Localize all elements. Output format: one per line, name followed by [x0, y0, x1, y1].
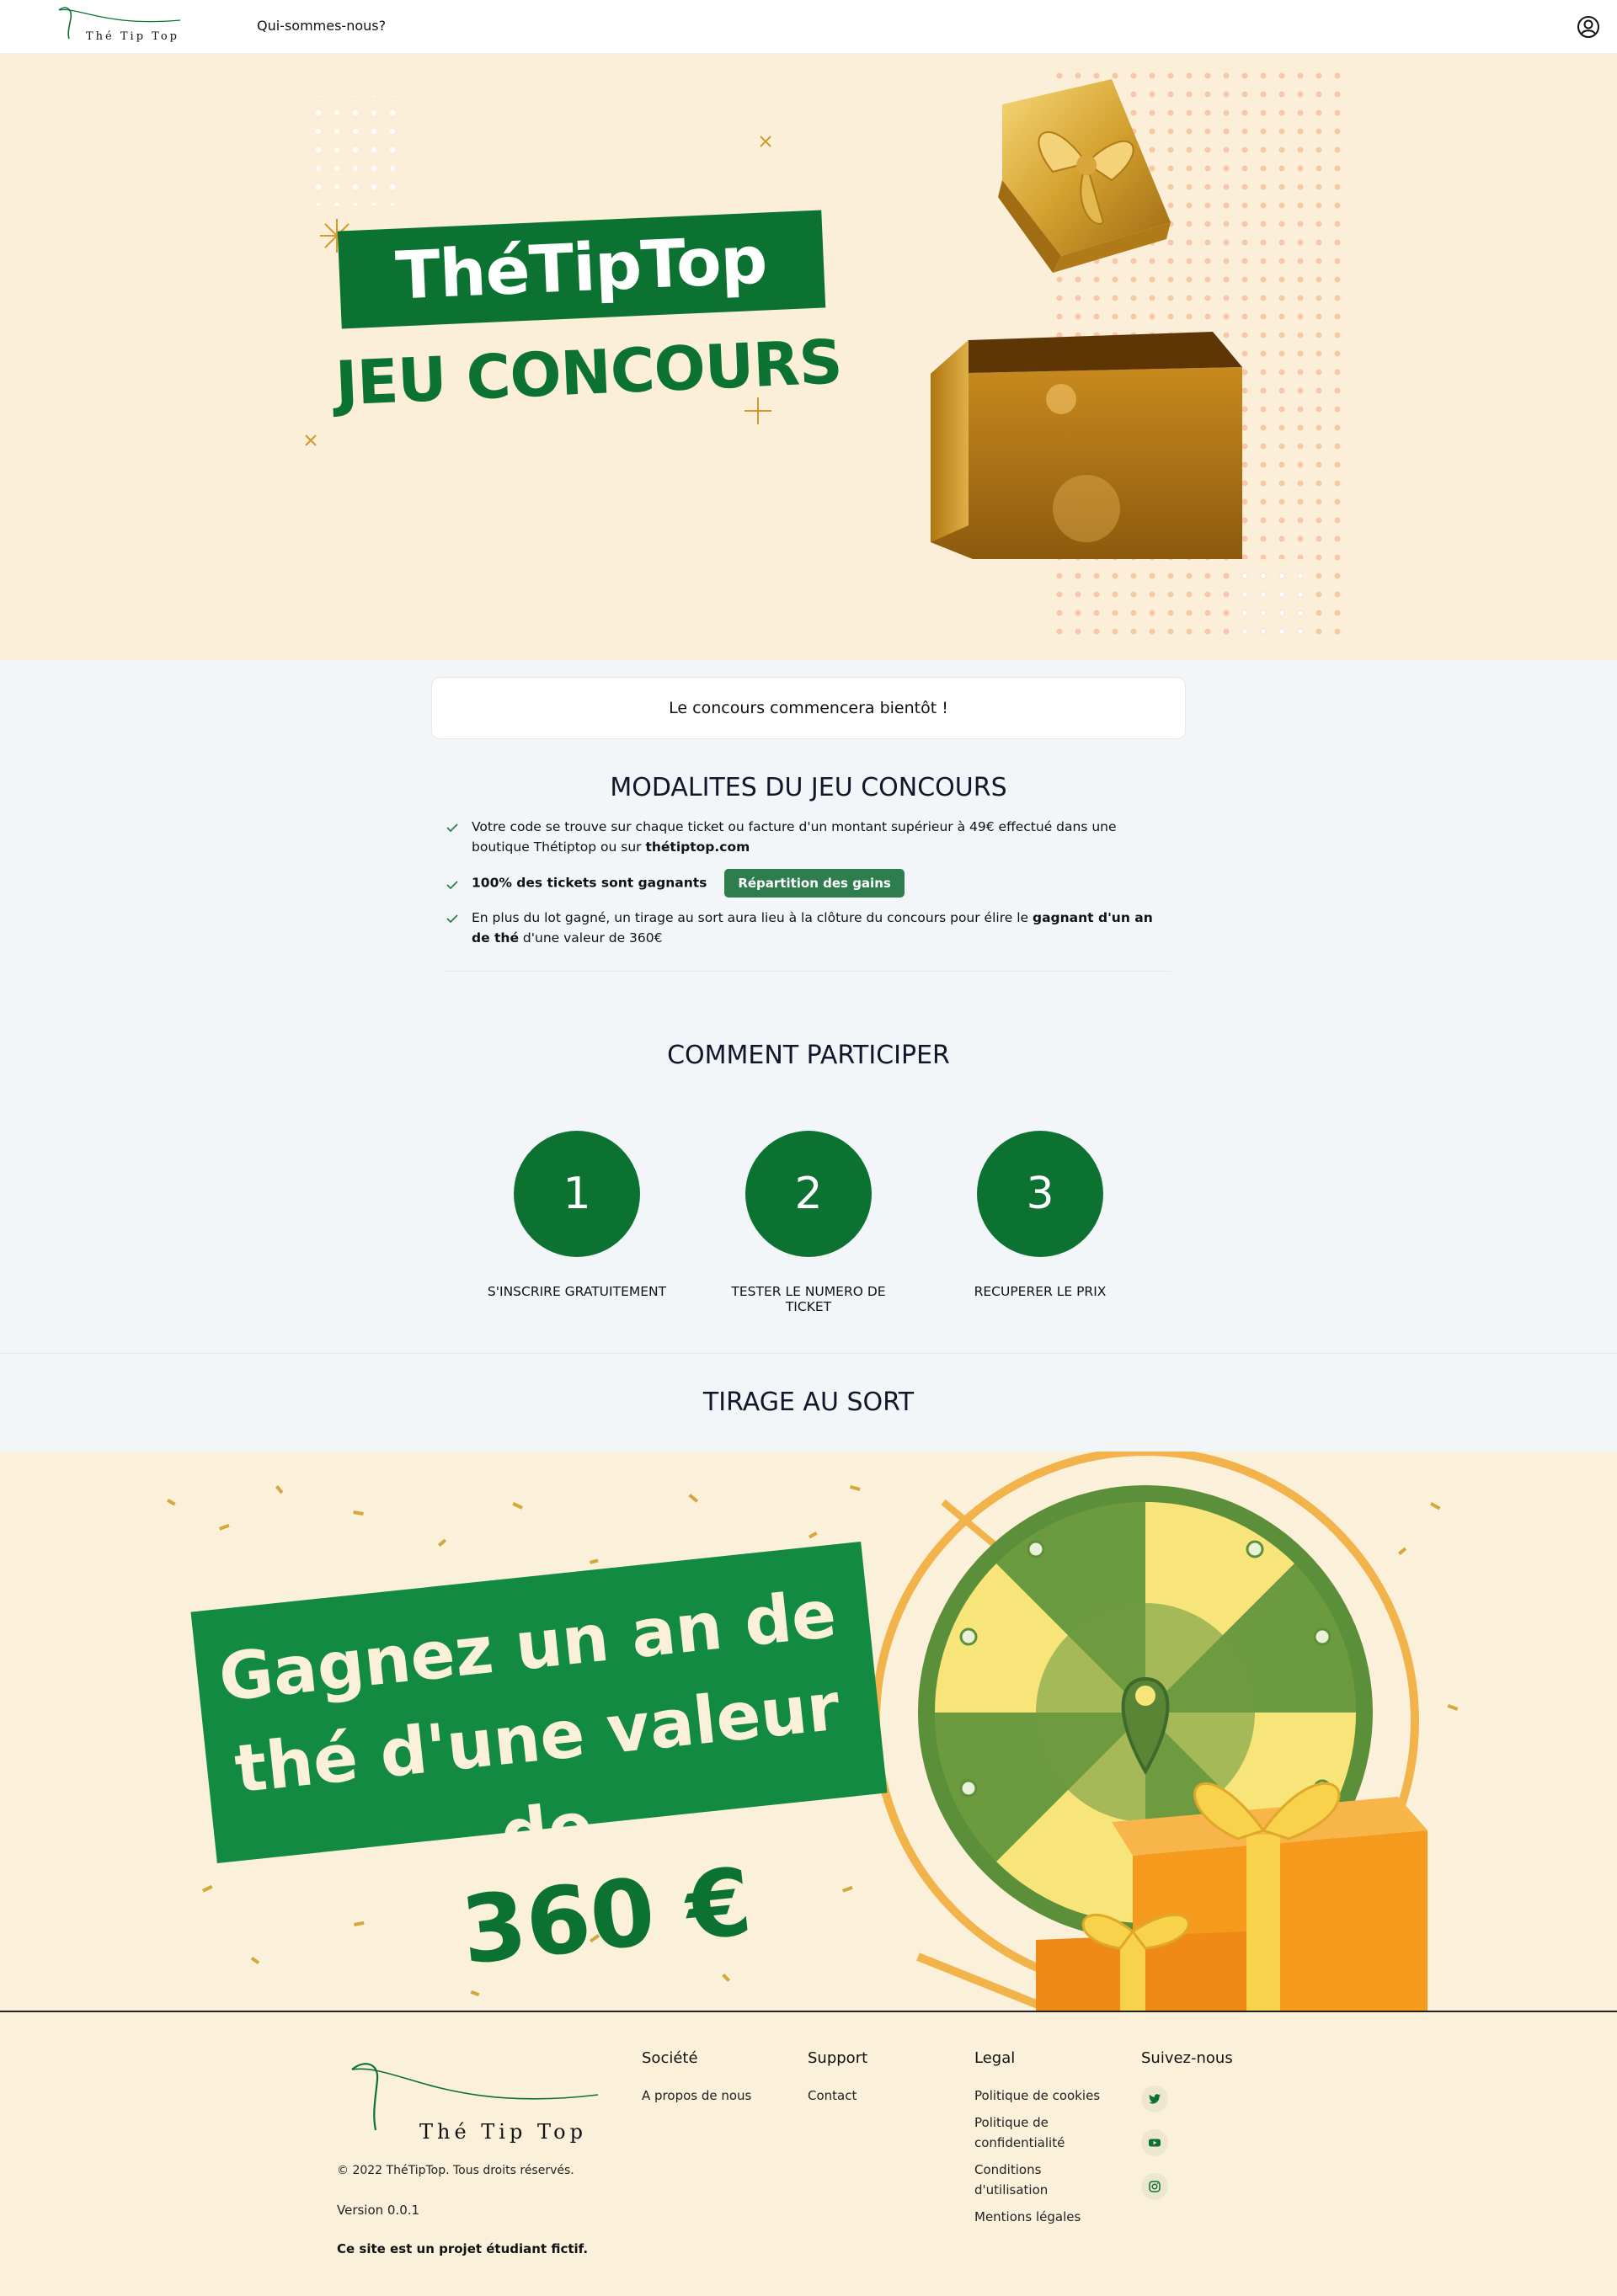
step-2: 2 TESTER LE NUMERO DE TICKET	[716, 1131, 901, 1314]
footer-col-social: Suivez-nous	[1141, 2049, 1293, 2217]
nav-link-about[interactable]: Qui-sommes-nous?	[257, 18, 386, 34]
footer: Thé Tip Top © 2022 ThéTipTop. Tous droit…	[0, 2011, 1617, 2296]
hero-banner: ThéTipTop JEU CONCOURS	[0, 54, 1617, 660]
step-label: RECUPERER LE PRIX	[974, 1284, 1107, 1299]
footer-col-societe: Société A propos de nous	[642, 2049, 793, 2112]
rules-title: MODALITES DU JEU CONCOURS	[610, 773, 1007, 802]
footer-col-legal: Legal Politique de cookies Politique de …	[974, 2049, 1118, 2234]
rule-text: 100% des tickets sont gagnants	[472, 875, 707, 891]
rule-text: d'une valeur de 360€	[518, 930, 663, 946]
step-3: 3 RECUPERER LE PRIX	[947, 1131, 1133, 1299]
draw-title: TIRAGE AU SORT	[702, 1388, 915, 1417]
footer-link-legal-notice[interactable]: Mentions légales	[974, 2207, 1118, 2227]
rule-text: Votre code se trouve sur chaque ticket o…	[472, 819, 1117, 855]
footer-heading: Support	[808, 2049, 868, 2067]
user-circle-icon[interactable]	[1577, 15, 1600, 39]
step-1: 1 S'INSCRIRE GRATUITEMENT	[484, 1131, 670, 1299]
top-navbar: Thé Tip Top Qui-sommes-nous?	[0, 0, 1617, 54]
step-label: TESTER LE NUMERO DE TICKET	[731, 1284, 886, 1314]
divider	[0, 1353, 1617, 1354]
check-icon	[446, 914, 458, 924]
footer-heading: Legal	[974, 2049, 1016, 2067]
footer-col-support: Support Contact	[808, 2049, 959, 2112]
version: Version 0.0.1	[337, 2203, 420, 2218]
participate-title: COMMENT PARTICIPER	[667, 1041, 950, 1070]
rules-list: Votre code se trouve sur chaque ticket o…	[445, 817, 1171, 960]
rule-item: Votre code se trouve sur chaque ticket o…	[445, 817, 1171, 857]
youtube-icon[interactable]	[1141, 2129, 1168, 2156]
divider	[445, 971, 1171, 972]
footer-link-terms[interactable]: Conditions d'utilisation	[974, 2160, 1075, 2200]
step-number: 3	[977, 1131, 1103, 1257]
step-label: S'INSCRIRE GRATUITEMENT	[487, 1284, 667, 1299]
footer-link-contact[interactable]: Contact	[808, 2086, 959, 2106]
fictional-notice: Ce site est un projet étudiant fictif.	[337, 2241, 589, 2256]
check-icon	[446, 881, 458, 890]
step-number: 2	[745, 1131, 872, 1257]
step-number: 1	[514, 1131, 640, 1257]
twitter-icon[interactable]	[1141, 2086, 1168, 2112]
check-icon	[446, 823, 458, 833]
footer-link-cookies[interactable]: Politique de cookies	[974, 2086, 1118, 2106]
logo-text: Thé Tip Top	[86, 30, 179, 43]
rule-text: En plus du lot gagné, un tirage au sort …	[472, 910, 1033, 925]
instagram-icon[interactable]	[1141, 2173, 1168, 2200]
footer-logo-text: Thé Tip Top	[419, 2120, 587, 2144]
prize-distribution-button[interactable]: Répartition des gains	[724, 869, 905, 898]
footer-heading: Suivez-nous	[1141, 2049, 1233, 2067]
contest-status-notice: Le concours commencera bientôt !	[431, 677, 1186, 739]
site-link[interactable]: thétiptop.com	[645, 839, 750, 855]
rule-item: En plus du lot gagné, un tirage au sort …	[445, 908, 1171, 948]
copyright: © 2022 ThéTipTop. Tous droits réservés.	[337, 2164, 574, 2177]
rule-item: 100% des tickets sont gagnants Répartiti…	[445, 869, 1171, 898]
footer-heading: Société	[642, 2049, 698, 2067]
footer-link-about[interactable]: A propos de nous	[642, 2086, 793, 2106]
footer-link-privacy[interactable]: Politique de confidentialité	[974, 2112, 1075, 2153]
